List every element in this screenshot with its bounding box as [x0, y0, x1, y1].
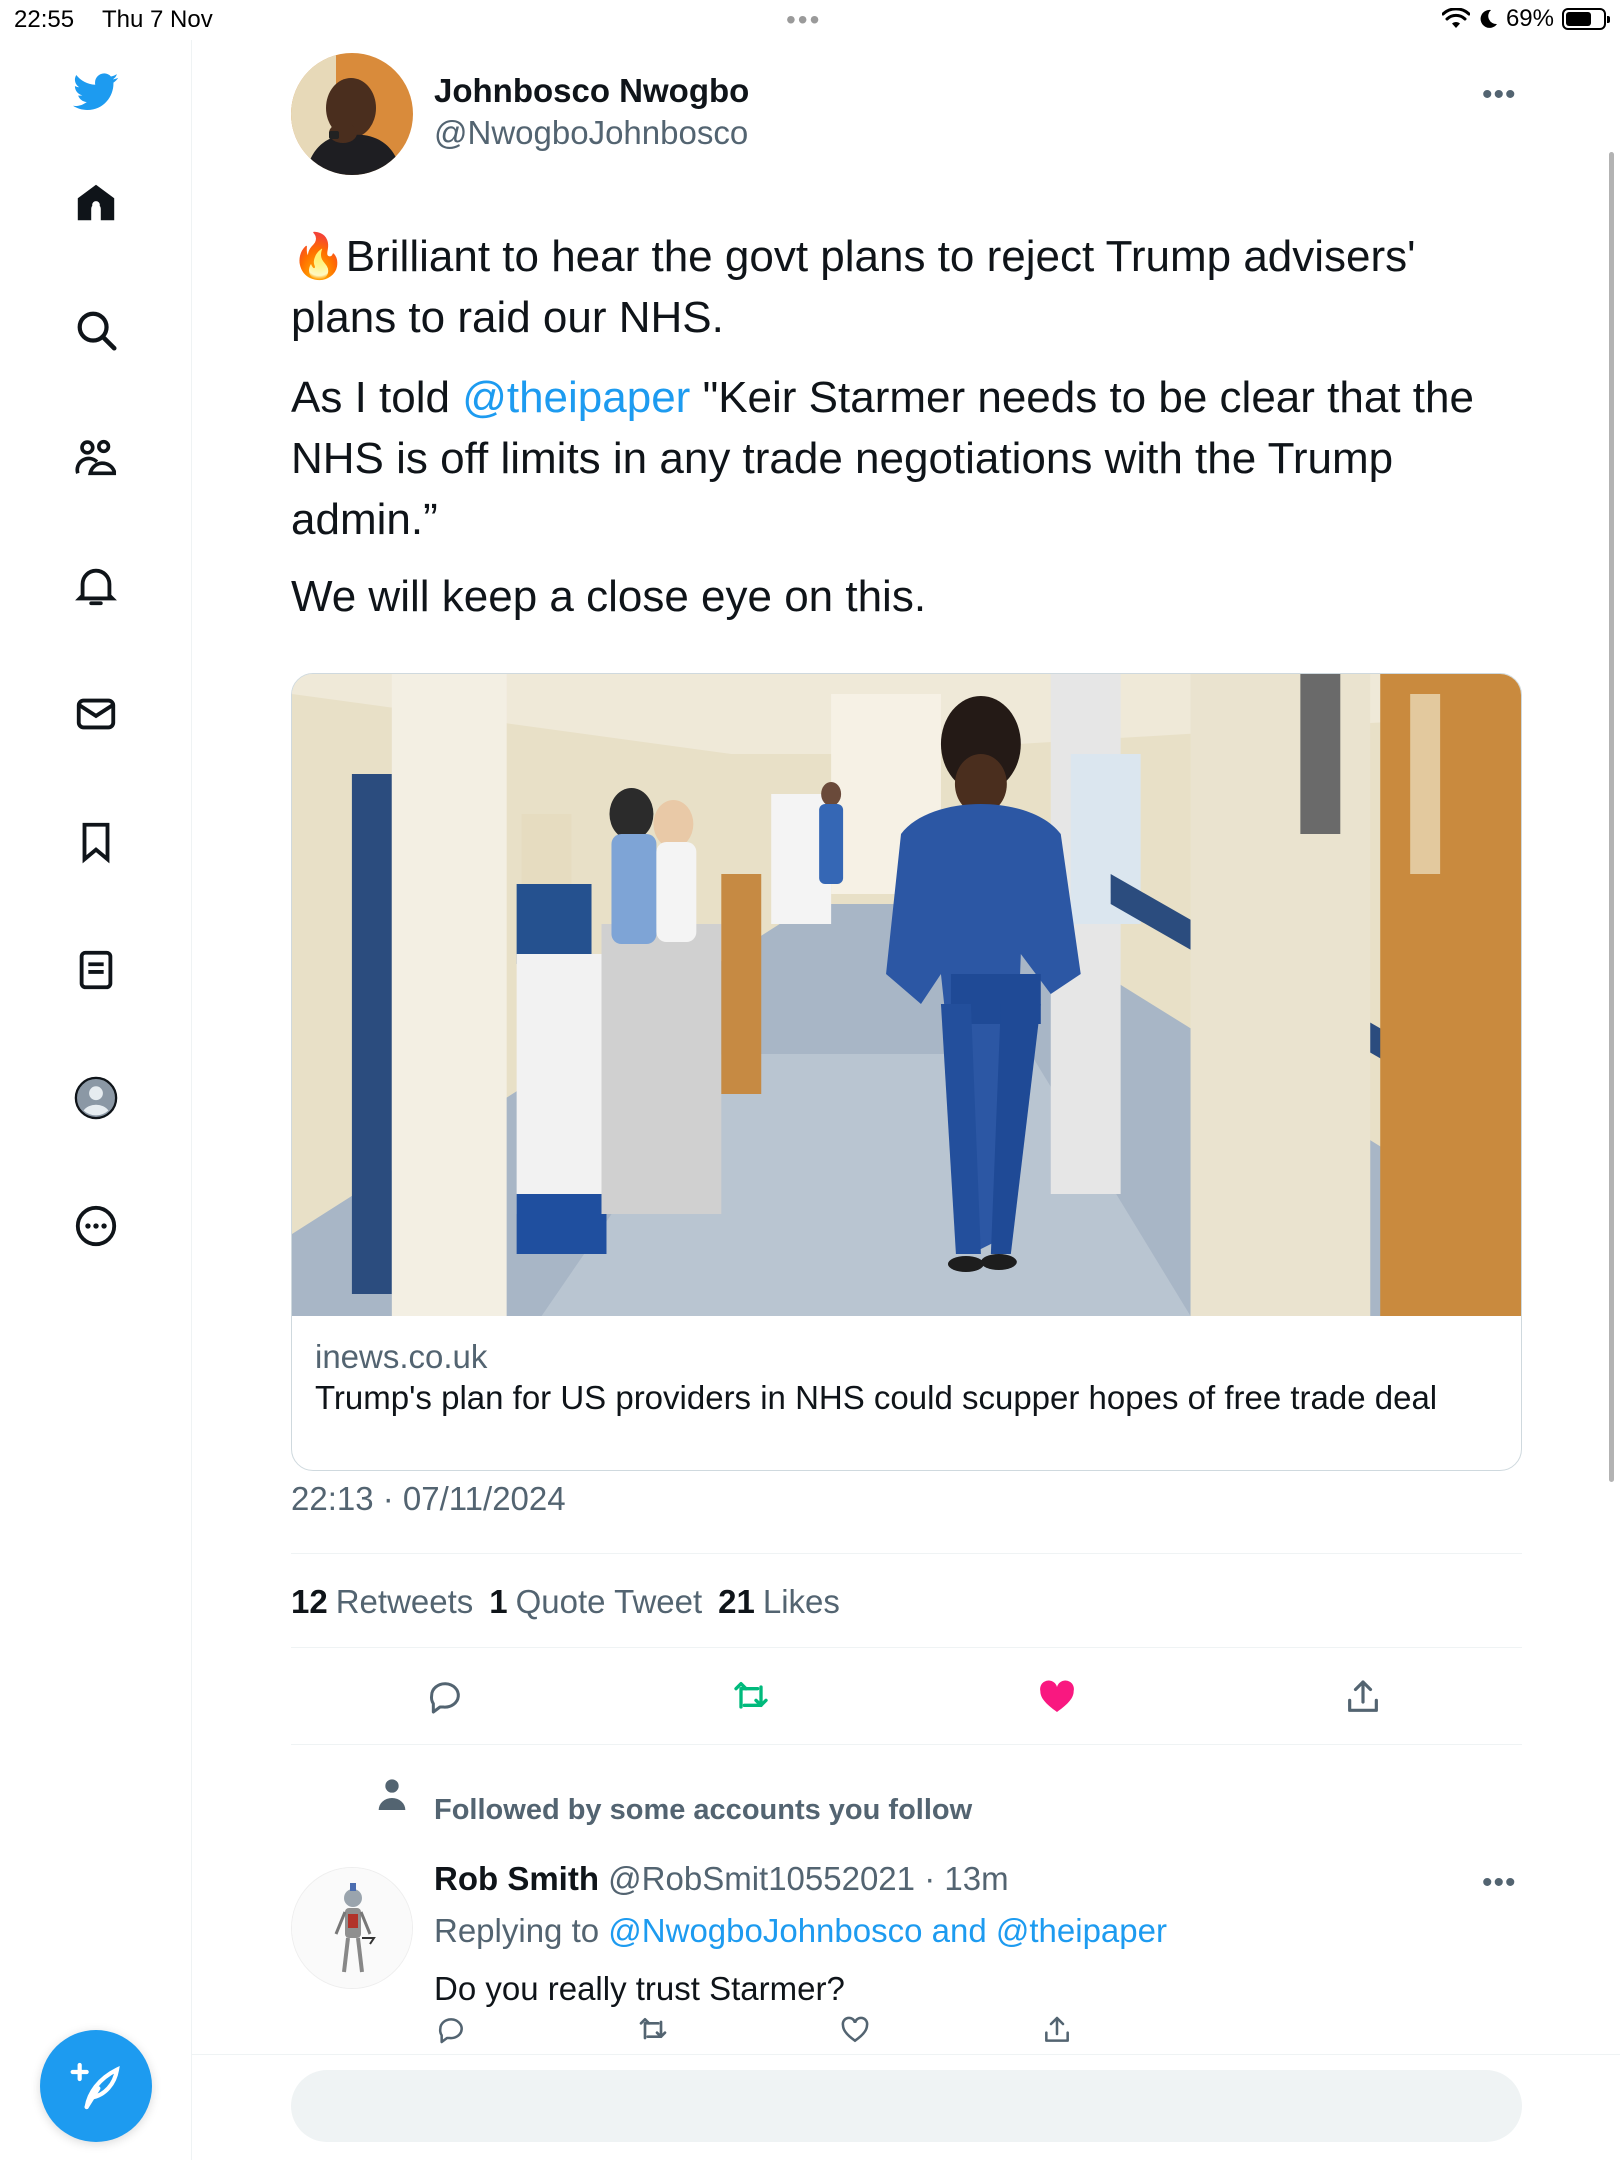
likes-count: 21	[718, 1583, 755, 1620]
tweet-paragraph-2: As I told @theipaper "Keir Starmer needs…	[291, 367, 1521, 550]
notifications-bell-icon[interactable]	[66, 556, 126, 616]
status-right: 69%	[1441, 5, 1610, 33]
home-icon[interactable]	[66, 173, 126, 233]
author-handle[interactable]: @NwogboJohnbosco	[434, 114, 748, 152]
card-title: Trump's plan for US providers in NHS cou…	[315, 1379, 1438, 1416]
link-preview-card[interactable]: inews.co.uk Trump's plan for US provider…	[291, 673, 1522, 1471]
retweet-icon	[734, 1682, 768, 1709]
sidebar-nav	[0, 40, 192, 2160]
heart-outline-icon	[841, 2016, 869, 2043]
reply-bubble-icon	[438, 2018, 463, 2044]
reply-button[interactable]	[417, 1669, 473, 1725]
retweets-stat[interactable]: 12 Retweets	[291, 1583, 473, 1621]
share-button[interactable]	[1335, 1669, 1391, 1725]
quotes-label: Quote Tweet	[515, 1583, 703, 1620]
replying-to-mentions[interactable]: @NwogboJohnbosco and @theipaper	[608, 1912, 1167, 1949]
divider	[291, 1744, 1522, 1745]
reply-author-name[interactable]: Rob Smith	[434, 1860, 599, 1897]
mention-link[interactable]: @theipaper	[462, 373, 690, 422]
share-upload-icon	[1045, 2016, 1069, 2042]
status-date: Thu 7 Nov	[102, 6, 213, 33]
battery-icon	[1562, 8, 1610, 30]
wifi-icon	[1441, 8, 1470, 28]
person-icon	[378, 1779, 406, 1810]
reply-input[interactable]	[291, 2070, 1522, 2142]
tweet-detail-column: Johnbosco Nwogbo @NwogboJohnbosco ••• 🔥B…	[192, 40, 1620, 2160]
status-bar: 22:55 Thu 7 Nov ••• 69%	[0, 0, 1620, 40]
divider	[192, 2054, 1620, 2055]
scrollbar[interactable]	[1609, 152, 1614, 1482]
reply-more-options-icon[interactable]: •••	[1482, 1866, 1517, 1900]
communities-icon[interactable]	[66, 428, 126, 488]
quotes-stat[interactable]: 1 Quote Tweet	[489, 1583, 702, 1621]
battery-percent: 69%	[1505, 5, 1554, 32]
share-upload-icon	[1348, 1680, 1378, 1712]
compose-feather-icon	[70, 2062, 120, 2110]
card-domain: inews.co.uk	[315, 1338, 488, 1375]
lists-icon[interactable]	[66, 940, 126, 1000]
tweet-more-options-icon[interactable]: •••	[1482, 78, 1517, 112]
bookmark-icon[interactable]	[66, 812, 126, 872]
likes-label: Likes	[762, 1583, 840, 1620]
replying-to-label: Replying to	[434, 1912, 600, 1949]
reply-author-handle[interactable]: @RobSmit10552021	[608, 1860, 915, 1897]
replying-to-line: Replying to @NwogboJohnbosco and @theipa…	[434, 1912, 1167, 1950]
retweets-count: 12	[291, 1583, 328, 1620]
multitasking-dots-icon[interactable]: •••	[786, 4, 821, 36]
battery-fill	[1566, 12, 1591, 26]
status-time: 22:55	[14, 6, 75, 33]
reply-retweet-button[interactable]	[625, 2002, 681, 2058]
social-context: Followed by some accounts you follow	[434, 1794, 973, 1826]
tweet-paragraph-2-prefix: As I told	[291, 373, 463, 422]
retweet-icon	[639, 2018, 667, 2040]
messages-envelope-icon[interactable]	[66, 684, 126, 744]
retweets-label: Retweets	[335, 1583, 474, 1620]
reply-like-button[interactable]	[827, 2002, 883, 2058]
tweet-paragraph-3: We will keep a close eye on this.	[291, 572, 927, 621]
reply-time[interactable]: · 13m	[924, 1860, 1008, 1897]
do-not-disturb-moon-icon	[1480, 9, 1497, 28]
profile-avatar-icon[interactable]	[66, 1068, 126, 1128]
reply-share-button[interactable]	[1029, 2002, 1085, 2058]
tweet-stats: 12 Retweets 1 Quote Tweet 21 Likes	[291, 1583, 840, 1621]
twitter-bird-icon[interactable]	[66, 62, 126, 122]
reply-author-avatar[interactable]	[291, 1867, 413, 1989]
reply-bubble-icon	[429, 1682, 460, 1714]
likes-stat[interactable]: 21 Likes	[718, 1583, 840, 1621]
compose-tweet-button[interactable]	[40, 2030, 152, 2142]
author-name[interactable]: Johnbosco Nwogbo	[434, 72, 749, 110]
quotes-count: 1	[489, 1583, 508, 1620]
heart-filled-icon	[1040, 1680, 1074, 1712]
tweet-paragraph-1: 🔥Brilliant to hear the govt plans to rej…	[291, 232, 1416, 342]
more-circle-icon[interactable]	[66, 1196, 126, 1256]
tweet-timestamp[interactable]: 22:13 · 07/11/2024	[291, 1480, 566, 1518]
divider	[291, 1647, 1522, 1648]
reply-reply-button[interactable]	[423, 2002, 479, 2058]
reply-header: Rob Smith @RobSmit10552021 · 13m	[434, 1860, 1009, 1898]
card-hospital-photo	[292, 674, 1521, 1316]
search-icon[interactable]	[66, 300, 126, 360]
divider	[291, 1553, 1522, 1554]
author-avatar[interactable]	[291, 53, 413, 175]
retweet-button[interactable]	[723, 1669, 779, 1725]
like-button[interactable]	[1029, 1669, 1085, 1725]
